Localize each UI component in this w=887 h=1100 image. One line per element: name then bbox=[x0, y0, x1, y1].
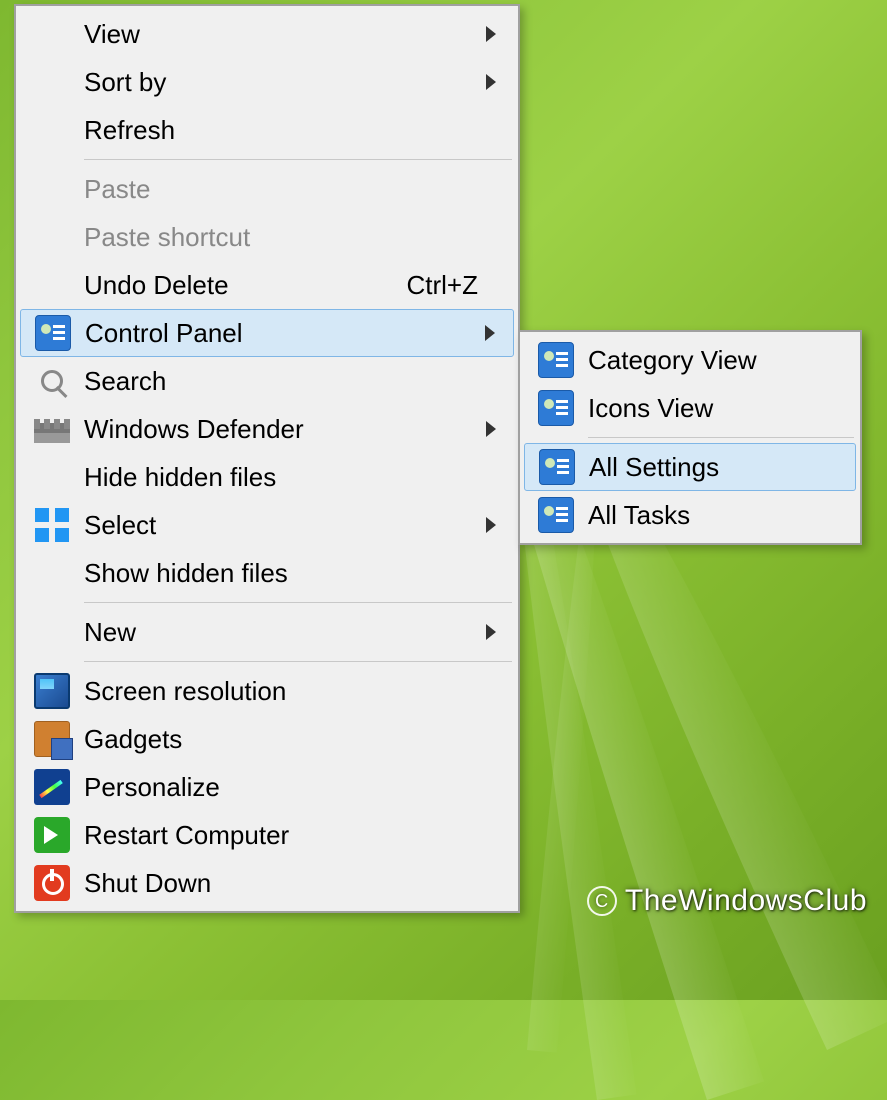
menu-item-label: Undo Delete bbox=[84, 270, 407, 301]
defender-icon bbox=[20, 405, 84, 453]
copyright-icon: C bbox=[587, 886, 617, 916]
menu-item-restart-computer[interactable]: Restart Computer bbox=[20, 811, 514, 859]
menu-item-label: Gadgets bbox=[84, 724, 506, 755]
menu-item-label: All Tasks bbox=[588, 500, 848, 531]
submenu-arrow-icon bbox=[486, 517, 496, 533]
menu-item-label: Icons View bbox=[588, 393, 848, 424]
menu-item-label: Category View bbox=[588, 345, 848, 376]
menu-separator bbox=[84, 602, 512, 603]
gadgets-icon bbox=[20, 715, 84, 763]
control-panel-submenu: Category View Icons View All Settings All T… bbox=[518, 330, 862, 545]
menu-item-label: Control Panel bbox=[85, 318, 485, 349]
menu-item-shut-down[interactable]: Shut Down bbox=[20, 859, 514, 907]
menu-item-label: View bbox=[84, 19, 486, 50]
submenu-arrow-icon bbox=[485, 325, 495, 341]
menu-item-screen-resolution[interactable]: Screen resolution bbox=[20, 667, 514, 715]
desktop-context-menu: View Sort by Refresh Paste Paste shortcut Und… bbox=[14, 4, 520, 913]
menu-item-label: New bbox=[84, 617, 486, 648]
watermark: C TheWindowsClub bbox=[587, 884, 867, 918]
menu-item-label: Screen resolution bbox=[84, 676, 506, 707]
submenu-arrow-icon bbox=[486, 74, 496, 90]
menu-separator bbox=[84, 159, 512, 160]
menu-item-gadgets[interactable]: Gadgets bbox=[20, 715, 514, 763]
menu-item-refresh[interactable]: Refresh bbox=[20, 106, 514, 154]
menu-item-label: Windows Defender bbox=[84, 414, 486, 445]
menu-item-select[interactable]: Select bbox=[20, 501, 514, 549]
menu-item-all-settings[interactable]: All Settings bbox=[524, 443, 856, 491]
menu-item-label: Shut Down bbox=[84, 868, 506, 899]
menu-item-icons-view[interactable]: Icons View bbox=[524, 384, 856, 432]
menu-separator bbox=[84, 661, 512, 662]
menu-item-category-view[interactable]: Category View bbox=[524, 336, 856, 384]
restart-icon bbox=[20, 811, 84, 859]
menu-item-label: Restart Computer bbox=[84, 820, 506, 851]
personalize-icon bbox=[20, 763, 84, 811]
menu-item-label: Paste shortcut bbox=[84, 222, 506, 253]
menu-item-paste: Paste bbox=[20, 165, 514, 213]
menu-item-label: Show hidden files bbox=[84, 558, 506, 589]
menu-item-label: Sort by bbox=[84, 67, 486, 98]
menu-item-all-tasks[interactable]: All Tasks bbox=[524, 491, 856, 539]
cpanel-icon bbox=[524, 336, 588, 384]
menu-item-paste-shortcut: Paste shortcut bbox=[20, 213, 514, 261]
watermark-text: TheWindowsClub bbox=[625, 884, 867, 918]
menu-item-label: Select bbox=[84, 510, 486, 541]
cpanel-icon bbox=[524, 384, 588, 432]
menu-item-show-hidden-files[interactable]: Show hidden files bbox=[20, 549, 514, 597]
menu-item-view[interactable]: View bbox=[20, 10, 514, 58]
menu-item-windows-defender[interactable]: Windows Defender bbox=[20, 405, 514, 453]
menu-item-label: Hide hidden files bbox=[84, 462, 506, 493]
menu-item-sort-by[interactable]: Sort by bbox=[20, 58, 514, 106]
menu-item-search[interactable]: Search bbox=[20, 357, 514, 405]
menu-item-label: Paste bbox=[84, 174, 506, 205]
menu-item-control-panel[interactable]: Control Panel bbox=[20, 309, 514, 357]
menu-item-shortcut: Ctrl+Z bbox=[407, 270, 507, 301]
submenu-arrow-icon bbox=[486, 26, 496, 42]
menu-item-personalize[interactable]: Personalize bbox=[20, 763, 514, 811]
menu-item-label: All Settings bbox=[589, 452, 847, 483]
menu-item-undo-delete[interactable]: Undo DeleteCtrl+Z bbox=[20, 261, 514, 309]
menu-item-label: Refresh bbox=[84, 115, 506, 146]
search-icon bbox=[20, 357, 84, 405]
screen-icon bbox=[20, 667, 84, 715]
menu-separator bbox=[588, 437, 854, 438]
cpanel-icon bbox=[524, 491, 588, 539]
shutdown-icon bbox=[20, 859, 84, 907]
submenu-arrow-icon bbox=[486, 421, 496, 437]
menu-item-label: Search bbox=[84, 366, 506, 397]
cpanel-icon bbox=[525, 444, 589, 490]
menu-item-hide-hidden-files[interactable]: Hide hidden files bbox=[20, 453, 514, 501]
select-icon bbox=[20, 501, 84, 549]
cpanel-icon bbox=[21, 310, 85, 356]
menu-item-new[interactable]: New bbox=[20, 608, 514, 656]
menu-item-label: Personalize bbox=[84, 772, 506, 803]
submenu-arrow-icon bbox=[486, 624, 496, 640]
